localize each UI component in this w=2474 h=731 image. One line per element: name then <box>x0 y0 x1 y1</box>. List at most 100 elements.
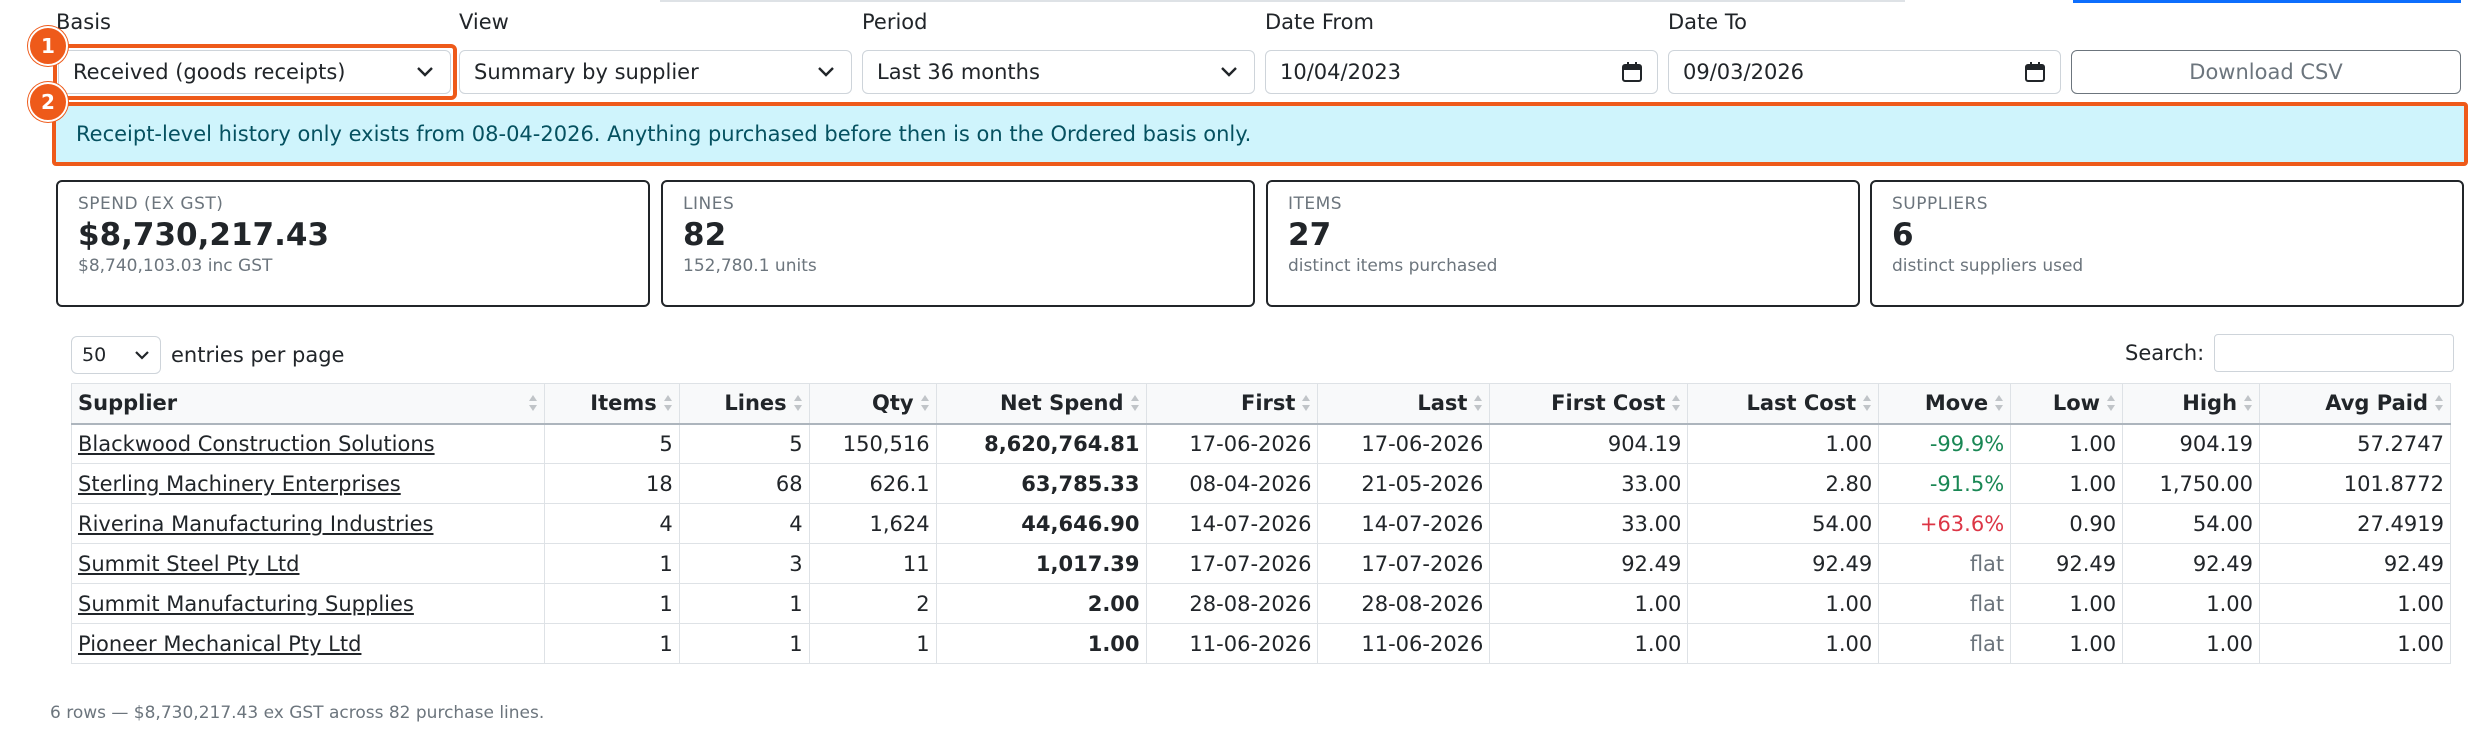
items-cell: 1 <box>543 583 680 624</box>
sort-icon <box>2243 392 2253 414</box>
supplier-cell[interactable]: Riverina Manufacturing Industries <box>71 503 545 544</box>
sort-icon <box>2106 392 2116 414</box>
view-select[interactable]: Summary by supplier <box>459 50 852 94</box>
basis-select[interactable]: Received (goods receipts) <box>58 50 451 94</box>
column-header[interactable]: First <box>1145 383 1319 425</box>
net-spend-cell: 1,017.39 <box>935 543 1147 584</box>
last-cost-cell: 1.00 <box>1687 623 1880 664</box>
items-cell: 5 <box>543 423 680 464</box>
avg-paid-cell: 92.49 <box>2259 543 2451 584</box>
sort-icon <box>1301 392 1311 414</box>
column-header[interactable]: Last <box>1317 383 1491 425</box>
net-spend-cell: 63,785.33 <box>935 463 1147 504</box>
table-header-row: Supplier Items Lines Qty Net Spend First Last F… <box>71 383 2451 425</box>
last-date-cell: 17-06-2026 <box>1317 423 1491 464</box>
column-header[interactable]: Net Spend <box>935 383 1147 425</box>
last-cost-cell: 92.49 <box>1687 543 1880 584</box>
high-cell: 904.19 <box>2122 423 2261 464</box>
items-cell: 1 <box>543 623 680 664</box>
sort-icon <box>793 392 803 414</box>
column-header[interactable]: First Cost <box>1489 383 1689 425</box>
move-cell: flat <box>1878 583 2012 624</box>
column-header[interactable]: Qty <box>808 383 937 425</box>
column-header-label: Last <box>1417 391 1468 416</box>
top-accent-bar <box>2073 0 2461 3</box>
high-cell: 1,750.00 <box>2122 463 2261 504</box>
supplier-cell[interactable]: Summit Steel Pty Ltd <box>71 543 545 584</box>
move-cell: +63.6% <box>1878 503 2012 544</box>
first-date-cell: 28-08-2026 <box>1145 583 1319 624</box>
first-cost-cell: 33.00 <box>1489 463 1689 504</box>
table-footer-summary: 6 rows — $8,730,217.43 ex GST across 82 … <box>50 703 545 723</box>
column-header-label: First Cost <box>1551 391 1666 416</box>
lines-cell: 3 <box>678 543 810 584</box>
basis-select-value: Received (goods receipts) <box>73 60 346 84</box>
info-alert: Receipt-level history only exists from 0… <box>56 106 2464 162</box>
column-header-label: Lines <box>724 391 787 416</box>
sort-icon <box>1473 392 1483 414</box>
period-label: Period <box>862 10 928 34</box>
avg-paid-cell: 1.00 <box>2259 623 2451 664</box>
last-date-cell: 17-07-2026 <box>1317 543 1491 584</box>
column-header[interactable]: Move <box>1878 383 2012 425</box>
table-row: Sterling Machinery Enterprises 18 68 626.1 6… <box>71 463 2451 504</box>
column-header[interactable]: Supplier <box>71 383 545 425</box>
supplier-cell[interactable]: Summit Manufacturing Supplies <box>71 583 545 624</box>
stat-card-value: 6 <box>1892 217 1914 253</box>
column-header-label: Items <box>590 391 657 416</box>
stat-card-value: 82 <box>683 217 727 253</box>
avg-paid-cell: 1.00 <box>2259 583 2451 624</box>
supplier-summary-table: Supplier Items Lines Qty Net Spend First Last F… <box>71 383 2451 664</box>
table-search: Search: <box>2125 334 2455 372</box>
column-header[interactable]: Lines <box>678 383 810 425</box>
column-header-label: Supplier <box>78 391 178 416</box>
last-date-cell: 28-08-2026 <box>1317 583 1491 624</box>
search-input[interactable] <box>2214 334 2455 372</box>
period-select-value: Last 36 months <box>877 60 1040 84</box>
high-cell: 1.00 <box>2122 583 2261 624</box>
column-header[interactable]: Items <box>543 383 680 425</box>
high-cell: 92.49 <box>2122 543 2261 584</box>
first-date-cell: 08-04-2026 <box>1145 463 1319 504</box>
column-header[interactable]: Avg Paid <box>2259 383 2451 425</box>
qty-cell: 1 <box>808 623 937 664</box>
first-cost-cell: 1.00 <box>1489 623 1689 664</box>
avg-paid-cell: 27.4919 <box>2259 503 2451 544</box>
view-select-value: Summary by supplier <box>474 60 699 84</box>
entries-per-page-label: entries per page <box>171 343 345 367</box>
date-to-input[interactable]: 09/03/2026 <box>1668 50 2061 94</box>
supplier-cell[interactable]: Pioneer Mechanical Pty Ltd <box>71 623 545 664</box>
search-label: Search: <box>2125 341 2205 365</box>
date-from-input[interactable]: 10/04/2023 <box>1265 50 1658 94</box>
date-from-value: 10/04/2023 <box>1280 60 1402 84</box>
column-header[interactable]: Last Cost <box>1687 383 1880 425</box>
low-cell: 92.49 <box>2010 543 2124 584</box>
sort-icon <box>1671 392 1681 414</box>
column-header[interactable]: Low <box>2010 383 2124 425</box>
page-length-select[interactable]: 50 <box>71 336 161 374</box>
net-spend-cell: 2.00 <box>935 583 1147 624</box>
lines-cell: 1 <box>678 623 810 664</box>
period-select[interactable]: Last 36 months <box>862 50 1255 94</box>
supplier-cell[interactable]: Sterling Machinery Enterprises <box>71 463 545 504</box>
first-date-cell: 17-07-2026 <box>1145 543 1319 584</box>
qty-cell: 2 <box>808 583 937 624</box>
supplier-cell[interactable]: Blackwood Construction Solutions <box>71 423 545 464</box>
qty-cell: 11 <box>808 543 937 584</box>
chevron-down-icon <box>1218 61 1240 83</box>
download-csv-button[interactable]: Download CSV <box>2071 50 2461 94</box>
basis-label: Basis <box>56 10 111 34</box>
column-header[interactable]: High <box>2122 383 2261 425</box>
high-cell: 54.00 <box>2122 503 2261 544</box>
table-row: Summit Manufacturing Supplies 1 1 2 2.00 28-0… <box>71 583 2451 624</box>
last-date-cell: 21-05-2026 <box>1317 463 1491 504</box>
qty-cell: 1,624 <box>808 503 937 544</box>
calendar-icon[interactable] <box>1621 61 1643 83</box>
view-label: View <box>459 10 509 34</box>
top-divider <box>660 0 1905 2</box>
stat-card-value: $8,730,217.43 <box>78 217 330 253</box>
calendar-icon[interactable] <box>2024 61 2046 83</box>
last-cost-cell: 54.00 <box>1687 503 1880 544</box>
stat-card-items: ITEMS 27 distinct items purchased <box>1266 180 1860 307</box>
date-from-label: Date From <box>1265 10 1374 34</box>
